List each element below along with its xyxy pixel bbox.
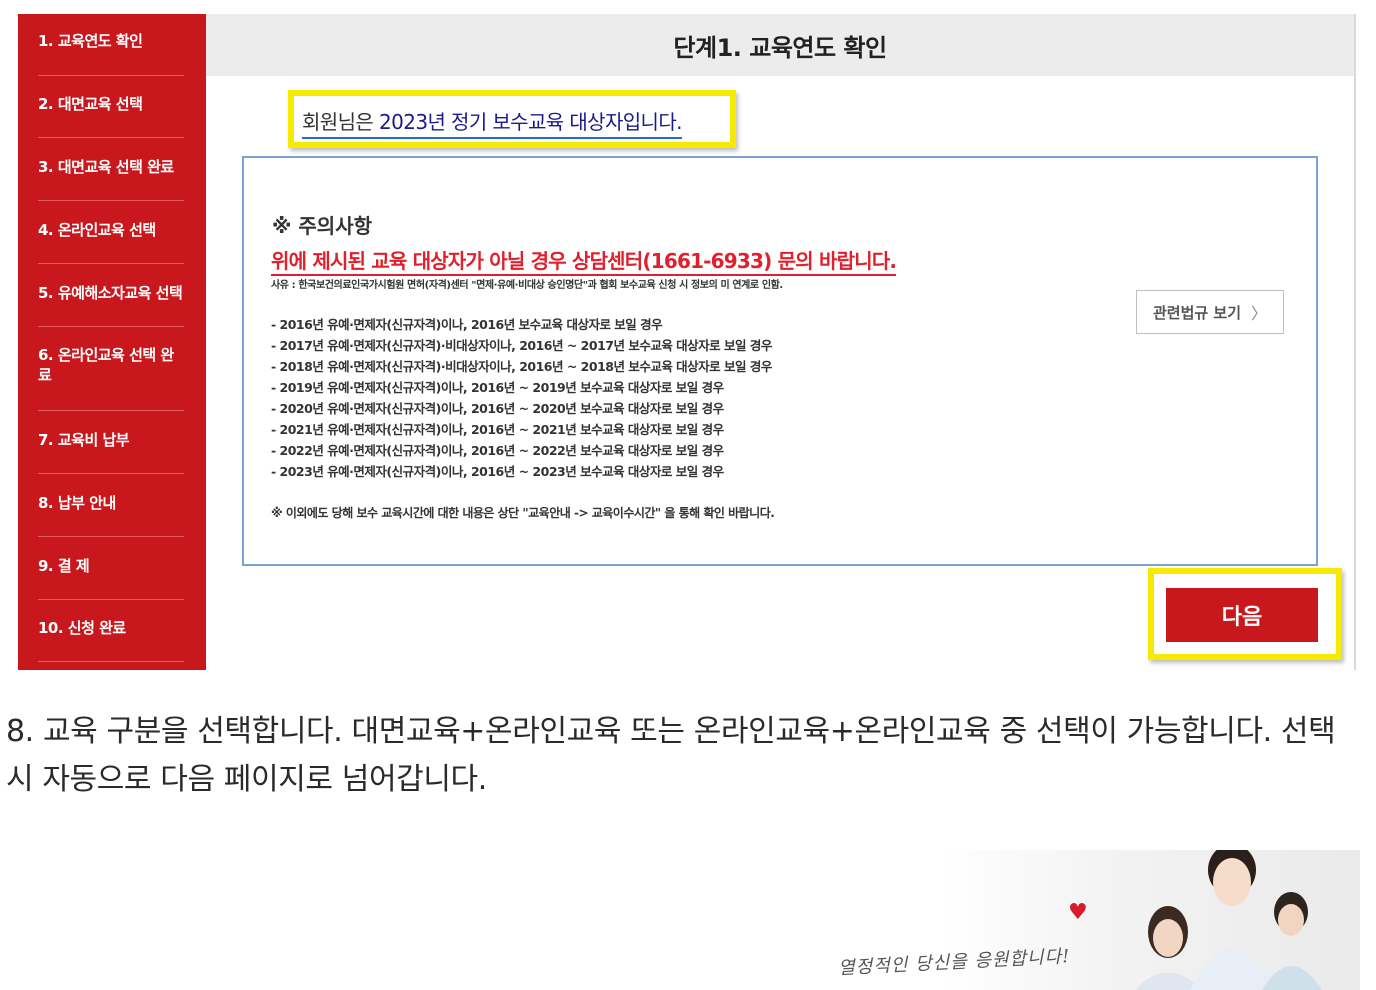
sidebar-divider [38,473,184,474]
sidebar-divider [38,200,184,201]
sidebar-item-step7[interactable]: 7. 교육비 납부 [38,430,186,450]
list-item: - 2023년 유예·면제자(신규자격)이나, 2016년 ~ 2023년 보수… [271,464,724,479]
sidebar-item-step5[interactable]: 5. 유예해소자교육 선택 [38,283,186,303]
sidebar-divider [38,75,184,76]
chevron-right-icon: 〉 [1251,304,1268,323]
list-item: - 2016년 유예·면제자(신규자격)이나, 2016년 보수교육 대상자로 … [271,317,663,332]
sidebar-item-step2[interactable]: 2. 대면교육 선택 [38,94,186,114]
sidebar-divider [38,599,184,600]
sidebar-divider [38,661,184,662]
list-item: - 2021년 유예·면제자(신규자격)이나, 2016년 ~ 2021년 보수… [271,422,724,437]
notice-heading: ※ 주의사항 [272,214,373,238]
next-button[interactable]: 다음 [1166,588,1318,642]
sidebar-divider [38,263,184,264]
sidebar-divider [38,326,184,327]
related-law-label: 관련법규 보기 [1152,303,1241,322]
sidebar-item-step6[interactable]: 6. 온라인교육 선택 완료 [38,345,186,385]
heart-icon: ♥ [1068,900,1088,925]
target-year-highlight: 2023년 정기 보수교육 대상자입니다. [378,110,683,134]
page-title: 단계1. 교육연도 확인 [673,34,887,62]
list-item: - 2017년 유예·면제자(신규자격)·비대상자이나, 2016년 ~ 201… [271,338,772,353]
sidebar-item-step1[interactable]: 1. 교육연도 확인 [38,31,186,51]
notice-warning: 위에 제시된 교육 대상자가 아닐 경우 상담센터(1661-6933) 문의 … [271,245,897,276]
notice-footnote: ※ 이외에도 당해 보수 교육시간에 대한 내용은 상단 "교육안내 -> 교육… [271,506,775,520]
sidebar-item-step4[interactable]: 4. 온라인교육 선택 [38,220,186,240]
sidebar-divider [38,536,184,537]
frame-edge [1354,14,1356,670]
step-sidebar: 1. 교육연도 확인 2. 대면교육 선택 3. 대면교육 선택 완료 4. 온… [18,14,224,670]
related-law-button[interactable]: 관련법규 보기 〉 [1136,290,1284,334]
instruction-text: 8. 교육 구분을 선택합니다. 대면교육+온라인교육 또는 온라인교육+온라인… [6,714,1336,797]
sidebar-item-step8[interactable]: 8. 납부 안내 [38,493,186,513]
sidebar-item-step9[interactable]: 9. 결 제 [38,556,186,576]
list-item: - 2022년 유예·면제자(신규자격)이나, 2016년 ~ 2022년 보수… [271,443,724,458]
list-item: - 2020년 유예·면제자(신규자격)이나, 2016년 ~ 2020년 보수… [271,401,724,416]
sidebar-item-step3[interactable]: 3. 대면교육 선택 완료 [38,157,186,177]
sidebar-item-step10[interactable]: 10. 신청 완료 [38,618,186,638]
list-item: - 2019년 유예·면제자(신규자격)이나, 2016년 ~ 2019년 보수… [271,380,724,395]
notice-reason: 사유 : 한국보건의료인국가시험원 면허(자격)센터 "면제·유예·비대상 승인… [271,280,783,291]
target-prefix: 회원님은 [302,110,379,134]
notice-case-list: - 2016년 유예·면제자(신규자격)이나, 2016년 보수교육 대상자로 … [271,314,772,482]
sidebar-divider [38,410,184,411]
list-item: - 2018년 유예·면제자(신규자격)·비대상자이나, 2016년 ~ 201… [271,359,772,374]
sidebar-divider [38,137,184,138]
target-status-text: 회원님은 2023년 정기 보수교육 대상자입니다. [302,106,683,139]
